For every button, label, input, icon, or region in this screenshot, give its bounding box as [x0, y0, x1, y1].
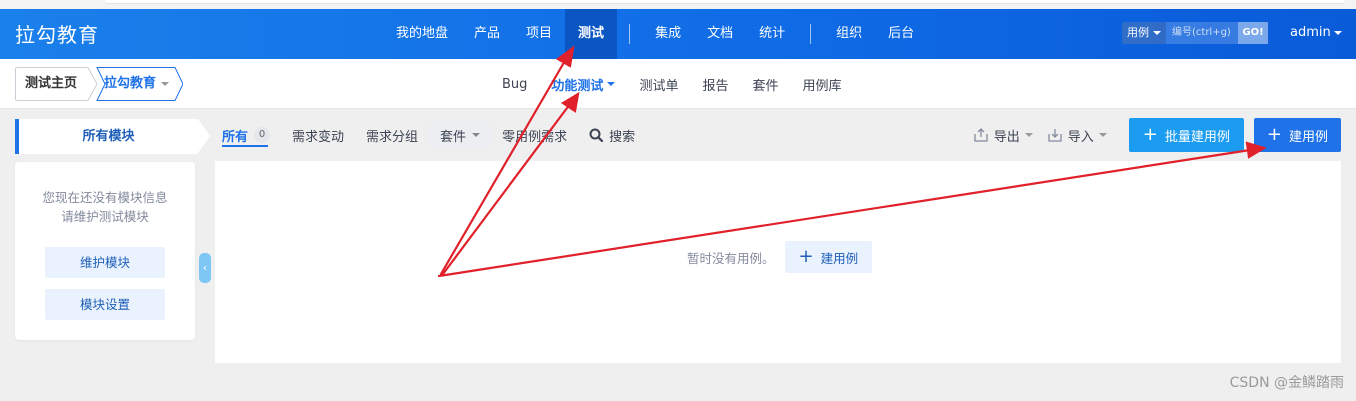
nav-my-dashboard[interactable]: 我的地盘 [383, 9, 461, 59]
module-settings-button[interactable]: 模块设置 [45, 289, 165, 320]
browser-top-strip [0, 0, 1356, 9]
create-case-label: 建用例 [1288, 129, 1328, 145]
chevron-down-icon [161, 82, 170, 86]
filter-story-group[interactable]: 需求分组 [355, 119, 429, 151]
filter-suite-dropdown[interactable]: 套件 [429, 121, 492, 149]
search-go-button[interactable]: GO! [1238, 22, 1268, 44]
collapse-sidebar-handle[interactable]: ‹ [199, 253, 211, 283]
subnav-bug[interactable]: Bug [490, 77, 539, 92]
filter-all[interactable]: 所有 0 [222, 119, 281, 151]
subnav-report[interactable]: 报告 [690, 75, 740, 94]
brand-logo-text[interactable]: 拉勾教育 [15, 19, 99, 48]
case-list-area: 暂时没有用例。 + 建用例 [215, 161, 1341, 363]
export-dropdown[interactable]: 导出 [973, 126, 1033, 145]
nav-product[interactable]: 产品 [461, 9, 513, 59]
search-icon [589, 128, 604, 142]
nav-divider [810, 24, 812, 44]
browser-bar [105, 0, 1345, 4]
empty-create-case-button[interactable]: + 建用例 [784, 241, 873, 273]
test-sub-nav: Bug 功能测试 测试单 报告 套件 用例库 [490, 59, 854, 109]
count-badge: 0 [254, 127, 271, 143]
sub-header: 测试主页 拉勾教育 Bug 功能测试 测试单 报告 套件 用例库 [0, 59, 1356, 109]
subnav-testtask[interactable]: 测试单 [627, 75, 690, 94]
subnav-function-test-label: 功能测试 [551, 78, 604, 94]
create-case-button[interactable]: + 建用例 [1253, 118, 1341, 152]
export-label: 导出 [993, 129, 1020, 145]
empty-state: 暂时没有用例。 + 建用例 [687, 241, 873, 273]
search-type-label: 用例 [1127, 26, 1149, 39]
app-header: 拉勾教育 我的地盘 产品 项目 测试 集成 文档 统计 组织 后台 用例 编号(… [0, 9, 1356, 59]
case-filter-toolbar: 所有 0 需求变动 需求分组 套件 零用例需求 搜索 [222, 119, 646, 151]
import-label: 导入 [1067, 129, 1094, 145]
no-module-line2: 请维护测试模块 [61, 209, 149, 224]
import-icon [1048, 129, 1062, 142]
search-type-select[interactable]: 用例 [1122, 22, 1166, 44]
user-menu[interactable]: admin [1290, 25, 1342, 40]
subnav-bug-label: Bug [502, 76, 528, 92]
filter-suite-label: 套件 [440, 129, 467, 145]
subnav-caselib-label: 用例库 [802, 78, 842, 94]
chevron-down-icon [472, 133, 481, 137]
chevron-down-icon [1153, 31, 1161, 35]
search-toggle[interactable]: 搜索 [578, 119, 646, 151]
subnav-report-label: 报告 [702, 78, 729, 94]
subnav-suite[interactable]: 套件 [740, 75, 790, 94]
case-actions: 导出 导入 + 批量建用例 + 建用例 [973, 118, 1341, 152]
subnav-suite-label: 套件 [752, 78, 779, 94]
batch-create-case-button[interactable]: + 批量建用例 [1128, 118, 1244, 152]
search-input[interactable]: 编号(ctrl+g) [1166, 22, 1238, 44]
main-nav: 我的地盘 产品 项目 测试 集成 文档 统计 组织 后台 [383, 9, 927, 59]
nav-test[interactable]: 测试 [565, 9, 618, 59]
breadcrumb-current-product[interactable]: 拉勾教育 [104, 67, 170, 101]
nav-stats[interactable]: 统计 [746, 9, 798, 59]
nav-admin[interactable]: 后台 [875, 9, 927, 59]
watermark: CSDN @金鳞踏雨 [1229, 375, 1344, 391]
nav-organization[interactable]: 组织 [823, 9, 875, 59]
quick-search: 用例 编号(ctrl+g) GO! [1122, 22, 1268, 44]
nav-divider [629, 24, 631, 44]
no-module-message: 您现在还没有模块信息 请维护测试模块 [15, 188, 195, 226]
chevron-down-icon [1024, 133, 1033, 137]
subnav-caselib[interactable]: 用例库 [790, 75, 853, 94]
nav-project[interactable]: 项目 [513, 9, 565, 59]
module-sidebar: 您现在还没有模块信息 请维护测试模块 维护模块 模块设置 [15, 162, 195, 340]
plus-icon: + [798, 246, 814, 267]
filter-zero-case-story[interactable]: 零用例需求 [491, 119, 578, 151]
plus-icon: + [1142, 124, 1158, 145]
export-icon [974, 128, 988, 142]
chevron-left-icon: ‹ [202, 261, 208, 274]
subnav-function-test[interactable]: 功能测试 [539, 75, 627, 94]
subnav-testtask-label: 测试单 [639, 78, 679, 94]
plus-icon: + [1266, 124, 1282, 145]
breadcrumb-home[interactable]: 测试主页 [15, 67, 88, 101]
filter-story-changed[interactable]: 需求变动 [281, 119, 355, 151]
filter-all-label: 所有 [222, 129, 249, 145]
batch-create-label: 批量建用例 [1164, 129, 1230, 145]
no-module-line1: 您现在还没有模块信息 [42, 190, 168, 205]
chevron-down-icon [1333, 30, 1342, 35]
chevron-down-icon [607, 82, 616, 86]
import-dropdown[interactable]: 导入 [1047, 126, 1107, 145]
empty-message: 暂时没有用例。 [687, 250, 775, 266]
chevron-down-icon [1098, 133, 1107, 137]
nav-docs[interactable]: 文档 [694, 9, 746, 59]
all-modules-tab[interactable]: 所有模块 [15, 119, 210, 154]
search-toggle-label: 搜索 [609, 129, 636, 145]
breadcrumb-current-label: 拉勾教育 [104, 76, 157, 91]
nav-integration[interactable]: 集成 [642, 9, 694, 59]
user-name: admin [1290, 25, 1331, 40]
empty-create-label: 建用例 [820, 250, 859, 266]
maintain-module-button[interactable]: 维护模块 [45, 247, 165, 278]
